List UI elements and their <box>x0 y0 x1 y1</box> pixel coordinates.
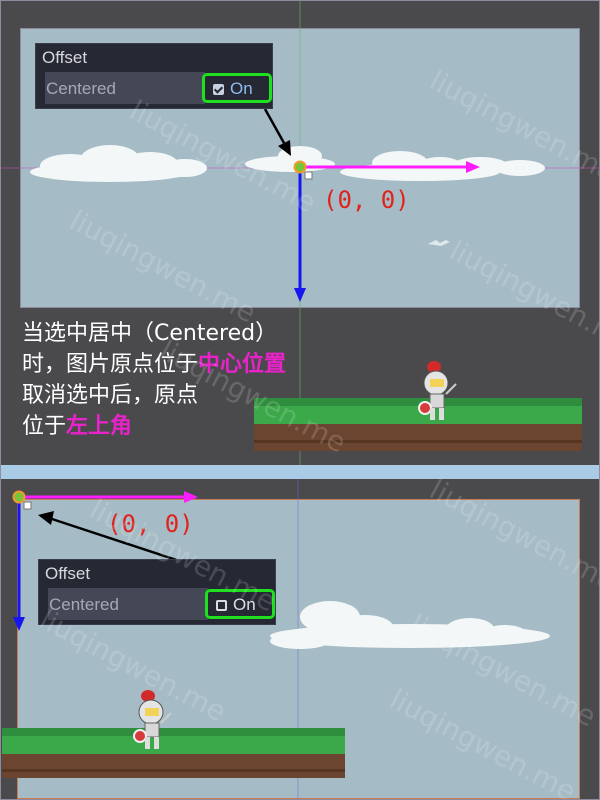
origin-coordinate-label: (0, 0) <box>107 510 194 538</box>
centered-toggle[interactable]: On <box>202 73 272 103</box>
property-label-centered: Centered <box>49 595 119 614</box>
section-title: Offset <box>45 564 91 583</box>
caption-line-2-text: 时，图片原点位于 <box>22 352 199 377</box>
caption-highlight-top-left: 左上角 <box>66 414 133 439</box>
pointer-arrowhead <box>38 511 54 525</box>
property-label-centered: Centered <box>46 79 116 98</box>
origin-dot <box>12 490 26 504</box>
bottom-panel: (0, 0) Offset Centered On liuqingwen.me … <box>0 479 600 800</box>
x-axis-arrowhead <box>184 491 198 503</box>
caption-line-4-text: 位于 <box>22 414 67 439</box>
origin-coordinate-label: (0, 0) <box>323 186 410 214</box>
scene-bottom <box>2 479 550 800</box>
checkbox-checked-icon[interactable] <box>213 84 224 95</box>
caption-line-3: 取消选中后，原点 <box>22 383 199 408</box>
caption-line-1: 当选中居中（Centered） <box>22 321 278 346</box>
y-axis-arrowhead <box>294 288 306 302</box>
toggle-label: On <box>230 79 253 98</box>
origin-handle <box>23 501 32 510</box>
top-panel: (0, 0) Offset Centered On 当选中居中（Centered… <box>0 0 600 465</box>
inspector-offset-section: Offset Centered On <box>38 559 276 625</box>
dirt-strip <box>2 754 345 778</box>
caption-line-4: 位于左上角 <box>22 411 286 442</box>
caption-highlight-center: 中心位置 <box>198 352 287 377</box>
centered-toggle[interactable]: On <box>205 589 275 619</box>
checkbox-unchecked-icon[interactable] <box>216 600 227 611</box>
pointer-arrow-line <box>263 108 286 144</box>
explanation-caption: 当选中居中（Centered） 时，图片原点位于中心位置 取消选中后，原点 位于… <box>22 318 286 442</box>
origin-dot <box>293 160 307 174</box>
inspector-offset-section: Offset Centered On <box>35 43 273 109</box>
bird-sprite <box>428 240 450 246</box>
origin-handle <box>304 171 313 180</box>
toggle-label: On <box>233 595 256 614</box>
panel-separator <box>0 465 600 479</box>
y-axis-arrowhead <box>13 617 25 631</box>
caption-line-2: 时，图片原点位于中心位置 <box>22 349 286 380</box>
clouds-bottom <box>270 601 550 649</box>
section-title: Offset <box>42 48 88 67</box>
dirt-strip <box>254 424 582 451</box>
clouds-left <box>30 145 207 182</box>
